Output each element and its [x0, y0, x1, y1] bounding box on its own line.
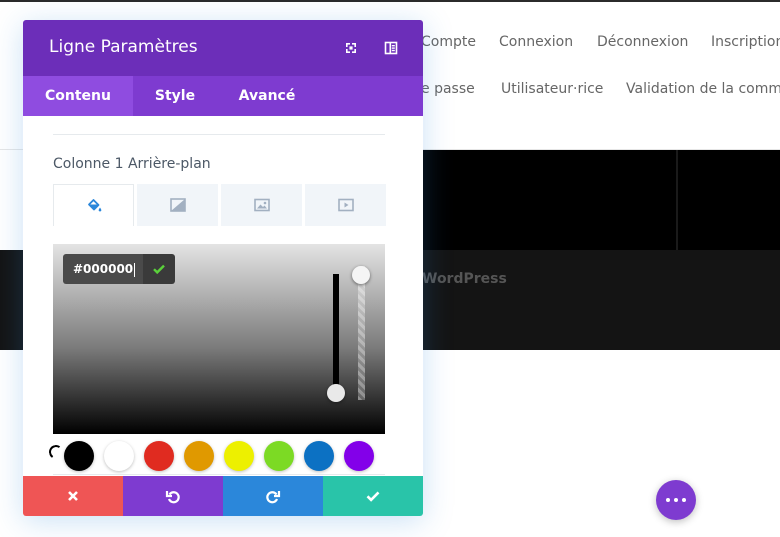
- tab-style[interactable]: Style: [133, 76, 217, 116]
- section-label: Colonne 1 Arrière-plan: [53, 156, 211, 172]
- color-swatches: [47, 441, 385, 471]
- nav-link-mot-de-passe[interactable]: e passe: [421, 81, 475, 97]
- check-icon: [153, 264, 165, 275]
- image-icon: [253, 198, 270, 212]
- row-settings-modal: Ligne Paramètres Contenu Style Avancé Co…: [23, 20, 423, 516]
- swatch-black[interactable]: [64, 441, 94, 471]
- swatch-green[interactable]: [264, 441, 294, 471]
- modal-tab-bar: Contenu Style Avancé: [23, 76, 423, 116]
- nav-link-utilisateur[interactable]: Utilisateur·rice: [501, 81, 603, 97]
- nav-link-inscription[interactable]: Inscription: [711, 34, 780, 50]
- redo-icon: [266, 491, 281, 504]
- check-icon: [366, 491, 380, 502]
- bg-tab-video[interactable]: [305, 184, 386, 226]
- swatch-yellow[interactable]: [224, 441, 254, 471]
- dark-section-text: WordPress: [422, 271, 507, 287]
- modal-body: Colonne 1 Arrière-plan #000000: [23, 116, 423, 476]
- save-button[interactable]: [323, 476, 423, 516]
- hex-input-group: #000000: [63, 254, 175, 284]
- nav-link-deconnexion[interactable]: Déconnexion: [597, 34, 688, 50]
- column-separator: [676, 150, 678, 250]
- hex-confirm-button[interactable]: [143, 254, 175, 284]
- dot-icon: [674, 498, 678, 502]
- dot-icon: [666, 498, 670, 502]
- builder-menu-button[interactable]: [656, 480, 696, 520]
- paint-bucket-icon: [87, 198, 101, 211]
- redo-button[interactable]: [223, 476, 323, 516]
- sidebar-toggle-icon[interactable]: [383, 40, 399, 56]
- close-icon: [68, 491, 78, 501]
- modal-footer: [23, 476, 423, 516]
- swatch-blue[interactable]: [304, 441, 334, 471]
- opacity-slider[interactable]: [358, 266, 365, 400]
- tab-avance[interactable]: Avancé: [217, 76, 317, 116]
- nav-link-connexion[interactable]: Connexion: [499, 34, 573, 50]
- section-divider: [53, 134, 385, 135]
- nav-link-validation[interactable]: Validation de la comma: [626, 81, 780, 97]
- color-picker-area[interactable]: #000000: [53, 244, 385, 434]
- cancel-button[interactable]: [23, 476, 123, 516]
- hue-slider-handle[interactable]: [327, 384, 345, 402]
- swatch-orange[interactable]: [184, 441, 214, 471]
- page-top-border: [0, 0, 780, 2]
- gradient-icon: [169, 198, 186, 212]
- dot-icon: [682, 498, 686, 502]
- bg-tab-image[interactable]: [221, 184, 302, 226]
- dark-section-top: [416, 150, 780, 250]
- nav-link-compte[interactable]: Compte: [421, 34, 476, 50]
- modal-header[interactable]: Ligne Paramètres: [23, 20, 423, 76]
- bg-tab-color[interactable]: [53, 184, 134, 226]
- opacity-slider-handle[interactable]: [352, 266, 370, 284]
- swatch-red[interactable]: [144, 441, 174, 471]
- modal-title: Ligne Paramètres: [49, 37, 198, 57]
- background-type-tabs: [53, 184, 386, 226]
- bg-tab-gradient[interactable]: [137, 184, 218, 226]
- hex-color-input[interactable]: #000000: [63, 254, 143, 284]
- swatch-scroll-indicator: [47, 443, 65, 461]
- tab-contenu[interactable]: Contenu: [23, 76, 133, 116]
- swatch-white[interactable]: [104, 441, 134, 471]
- undo-button[interactable]: [123, 476, 223, 516]
- fullscreen-icon[interactable]: [343, 40, 359, 56]
- undo-icon: [165, 491, 180, 504]
- swatch-purple[interactable]: [344, 441, 374, 471]
- section-divider: [53, 474, 385, 475]
- hue-slider[interactable]: [333, 274, 339, 396]
- video-icon: [337, 198, 354, 212]
